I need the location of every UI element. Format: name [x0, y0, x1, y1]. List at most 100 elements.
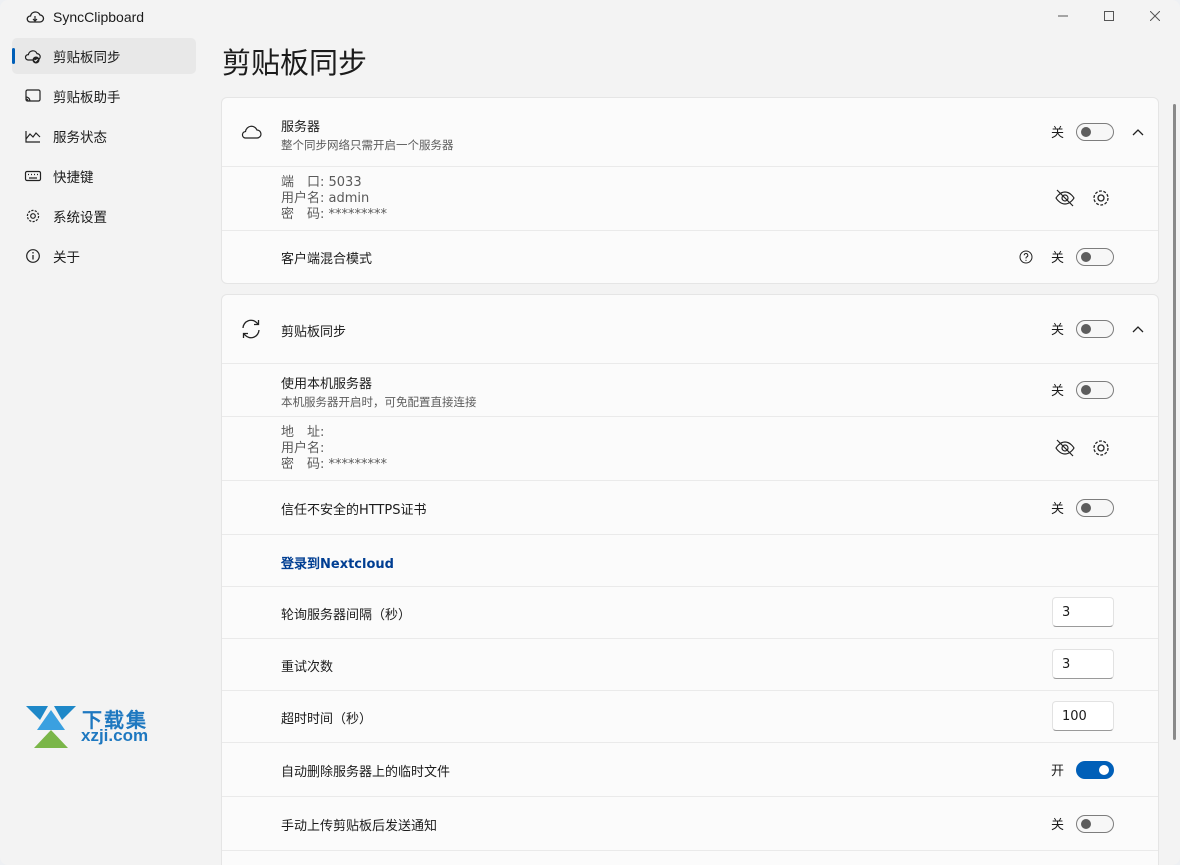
server-controls: 关: [1051, 122, 1144, 141]
sidebar-item-label: 剪贴板同步: [53, 50, 121, 66]
timeout-label: 超时时间（秒）: [281, 712, 373, 727]
local-server-row: 使用本机服务器 本机服务器开启时，可免配置直接连接 关: [222, 363, 1158, 416]
sidebar-item-clipboard-sync[interactable]: 剪贴板同步: [12, 38, 196, 74]
minimize-button[interactable]: [1040, 0, 1086, 32]
cloud-icon: [241, 125, 262, 139]
retry-count-label: 重试次数: [281, 660, 334, 675]
chart-area-icon: [25, 131, 41, 143]
hide-password-button[interactable]: [1052, 185, 1078, 211]
client-mixed-state: 关: [1050, 251, 1064, 266]
title-bar: SyncClipboard: [0, 0, 1180, 38]
server-header-row[interactable]: 服务器 整个同步网络只需开启一个服务器 关: [222, 98, 1158, 166]
cloud-sync-icon: [26, 11, 45, 23]
client-mixed-controls: 关: [1019, 247, 1114, 266]
sidebar-item-about[interactable]: 关于: [12, 238, 196, 274]
poll-interval-input[interactable]: 3: [1052, 597, 1114, 627]
server-port: 端 口: 5033: [281, 175, 362, 190]
timeout-input[interactable]: 100: [1052, 701, 1114, 731]
server-password: 密 码: *********: [281, 207, 388, 222]
sync-user: 用户名:: [281, 441, 325, 456]
nextcloud-row: 登录到Nextcloud: [222, 534, 1158, 586]
close-button[interactable]: [1132, 0, 1178, 32]
timeout-row: 超时时间（秒） 100: [222, 690, 1158, 742]
local-server-toggle[interactable]: [1076, 380, 1114, 399]
server-subtitle: 整个同步网络只需开启一个服务器: [281, 138, 454, 152]
retry-count-row: 重试次数 3: [222, 638, 1158, 690]
server-info-actions: [1052, 185, 1114, 211]
trust-https-row: 信任不安全的HTTPS证书 关: [222, 480, 1158, 534]
sync-info-row: 地 址: 用户名: 密 码: *********: [222, 416, 1158, 480]
eye-off-icon: [1055, 189, 1075, 207]
chevron-up-icon[interactable]: [1132, 325, 1144, 333]
manual-notify-label: 手动上传剪贴板后发送通知: [281, 819, 438, 834]
server-settings-button[interactable]: [1088, 185, 1114, 211]
manual-notify-toggle[interactable]: [1076, 814, 1114, 833]
poll-interval-controls: 3: [1052, 597, 1114, 627]
sync-toggle[interactable]: [1076, 319, 1114, 338]
page-title: 剪贴板同步: [222, 46, 368, 80]
server-card: 服务器 整个同步网络只需开启一个服务器 关 端 口: 5033 用户名: adm…: [221, 97, 1159, 284]
local-server-block: 使用本机服务器 本机服务器开启时，可免配置直接连接: [281, 373, 477, 410]
poll-interval-label: 轮询服务器间隔（秒）: [281, 608, 412, 623]
trust-https-state: 关: [1050, 502, 1064, 517]
gear-icon: [26, 209, 40, 223]
keyboard-icon: [24, 170, 42, 182]
sidebar-item-label: 剪贴板助手: [53, 90, 121, 106]
auto-delete-label: 自动删除服务器上的临时文件: [281, 765, 451, 780]
nextcloud-login-link[interactable]: 登录到Nextcloud: [281, 553, 394, 572]
app-title-text: SyncClipboard: [53, 9, 145, 25]
trust-https-toggle[interactable]: [1076, 498, 1114, 517]
sidebar-item-label: 系统设置: [53, 210, 107, 226]
server-info-row: 端 口: 5033 用户名: admin 密 码: *********: [222, 166, 1158, 230]
sidebar-item-settings[interactable]: 系统设置: [12, 198, 196, 234]
cloud-sync-icon: [24, 50, 41, 64]
chevron-up-icon[interactable]: [1132, 128, 1144, 136]
manual-notify-state: 关: [1050, 818, 1064, 833]
watermark-logo: 下载集 xzji.com: [24, 706, 174, 750]
scrollbar[interactable]: [1173, 104, 1176, 740]
retry-count-input[interactable]: 3: [1052, 649, 1114, 679]
sidebar-item-service-status[interactable]: 服务状态: [12, 118, 196, 154]
client-mixed-row: 客户端混合模式 关: [222, 230, 1158, 283]
help-icon[interactable]: [1019, 250, 1033, 264]
sync-header-row[interactable]: 剪贴板同步 关: [222, 295, 1158, 363]
sidebar: 剪贴板同步 剪贴板助手 服务状态 快捷键 系统设置 关于: [0, 38, 200, 278]
cast-icon: [25, 89, 41, 102]
maximize-icon: [1104, 11, 1114, 21]
server-toggle[interactable]: [1076, 122, 1114, 141]
auto-delete-controls: 开: [1051, 760, 1114, 779]
client-mixed-toggle[interactable]: [1076, 247, 1114, 266]
settings-content: 服务器 整个同步网络只需开启一个服务器 关 端 口: 5033 用户名: adm…: [221, 97, 1159, 865]
server-title-block: 服务器 整个同步网络只需开启一个服务器: [281, 116, 454, 153]
app-window: SyncClipboard 剪贴板同步 剪贴板助手 服务状态 快捷键 系统设置 …: [0, 0, 1180, 865]
sync-title: 剪贴板同步: [281, 325, 347, 340]
local-server-controls: 关: [1051, 380, 1114, 399]
trust-https-controls: 关: [1051, 498, 1114, 517]
auto-delete-state: 开: [1050, 764, 1064, 779]
auto-delete-toggle[interactable]: [1076, 760, 1114, 779]
server-info: 端 口: 5033 用户名: admin 密 码: *********: [281, 175, 387, 223]
app-title: SyncClipboard: [25, 9, 144, 25]
sync-toggle-state: 关: [1050, 323, 1064, 338]
sidebar-item-hotkeys[interactable]: 快捷键: [12, 158, 196, 194]
client-mixed-label: 客户端混合模式: [281, 252, 373, 267]
next-row-partial: [222, 850, 1158, 865]
sync-card: 剪贴板同步 关 使用本机服务器 本机服务器开启时，可免配置直接连接 关 地 址:…: [221, 294, 1159, 865]
trust-https-label: 信任不安全的HTTPS证书: [281, 503, 427, 518]
local-server-state: 关: [1050, 384, 1064, 399]
watermark-url: xzji.com: [81, 726, 149, 745]
sidebar-item-clipboard-assistant[interactable]: 剪贴板助手: [12, 78, 196, 114]
sync-info-actions: [1052, 435, 1114, 461]
sidebar-item-label: 服务状态: [53, 130, 107, 146]
hide-password-button[interactable]: [1052, 435, 1078, 461]
sync-icon: [242, 319, 260, 339]
maximize-button[interactable]: [1086, 0, 1132, 32]
xzji-logo-icon: [26, 706, 76, 748]
sync-info: 地 址: 用户名: 密 码: *********: [281, 425, 387, 473]
sync-controls: 关: [1051, 319, 1144, 338]
sync-settings-button[interactable]: [1088, 435, 1114, 461]
server-user: 用户名: admin: [281, 191, 370, 206]
info-icon: [26, 249, 40, 263]
sync-address: 地 址:: [281, 425, 325, 440]
minimize-icon: [1058, 15, 1068, 17]
